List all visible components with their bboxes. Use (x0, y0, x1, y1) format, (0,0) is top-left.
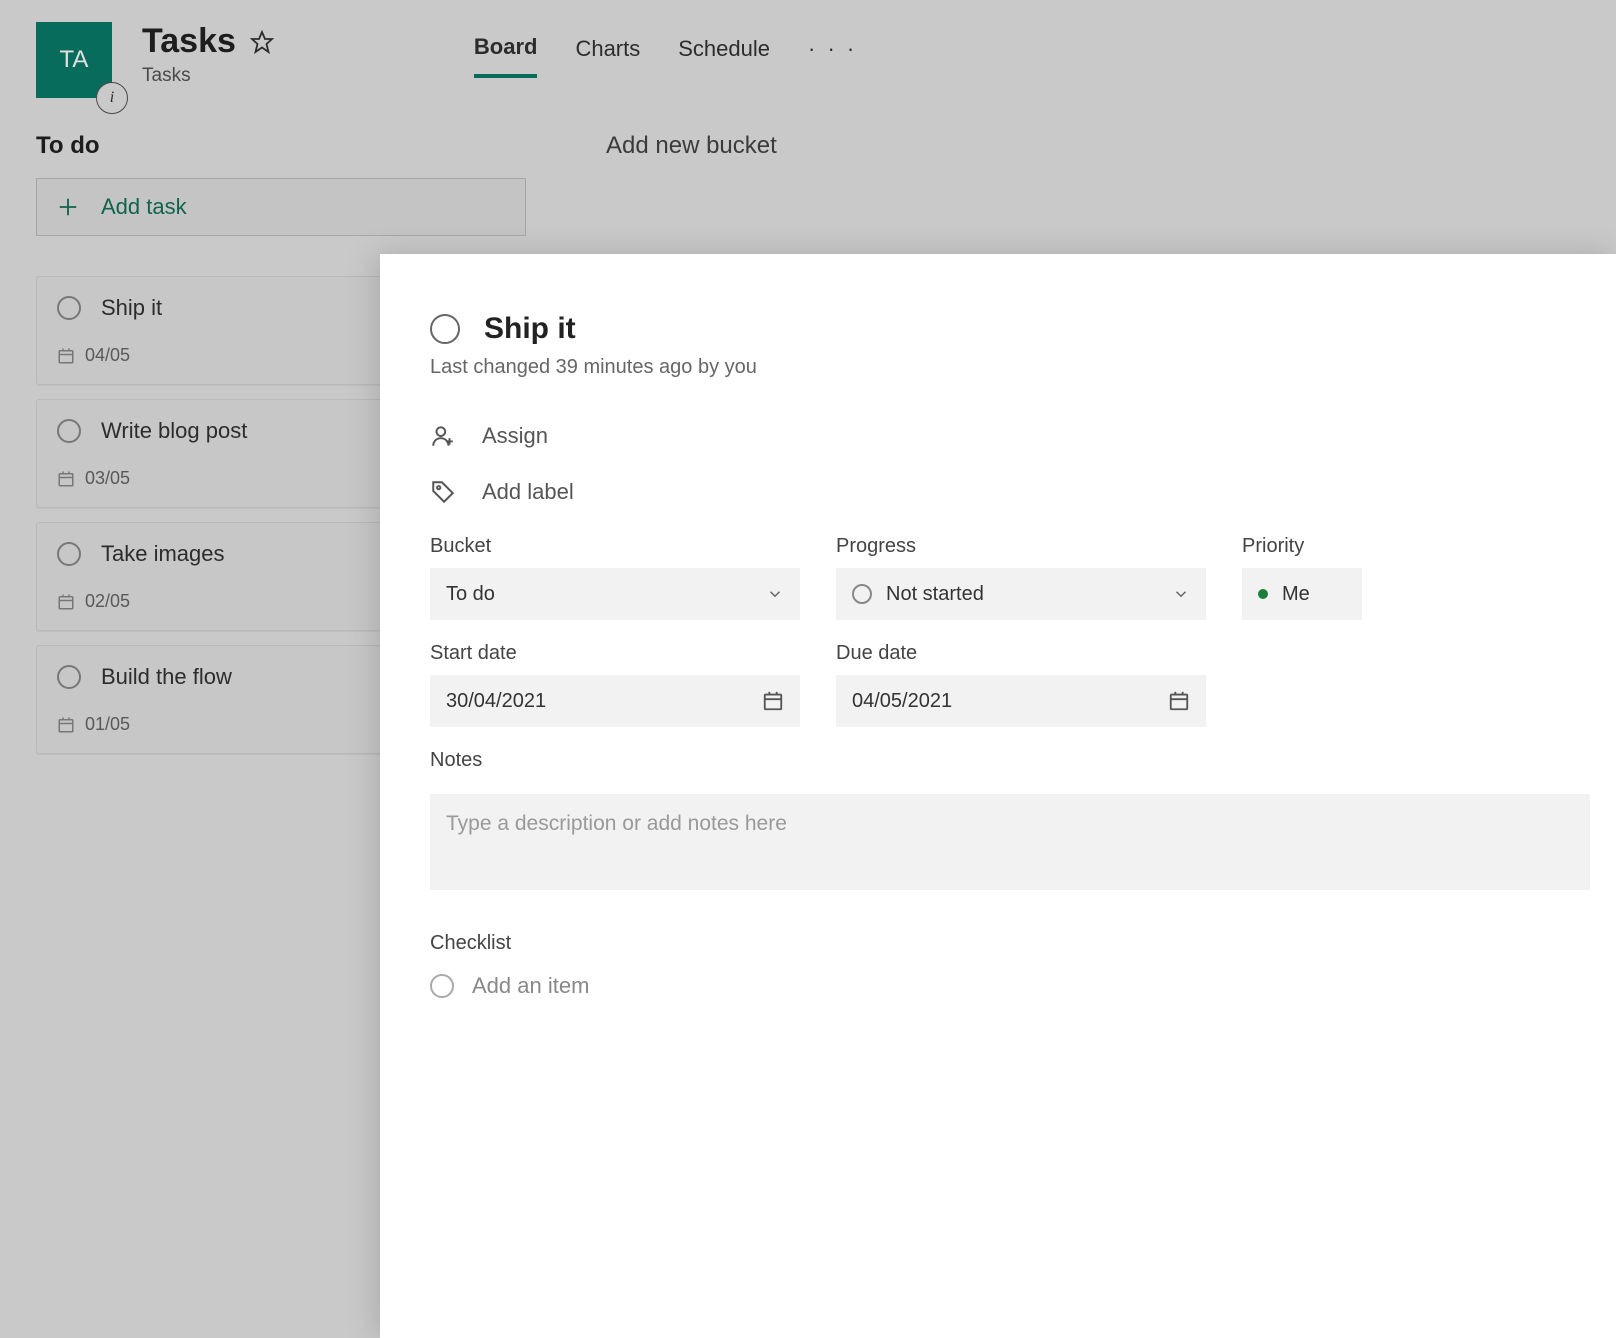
add-label-text: Add label (482, 479, 574, 505)
checklist-add-label: Add an item (472, 973, 589, 999)
bucket-select[interactable]: To do (430, 568, 800, 620)
progress-value: Not started (886, 583, 984, 606)
bucket-value: To do (446, 583, 495, 606)
panel-complete-toggle[interactable] (430, 314, 460, 344)
notes-input[interactable]: Type a description or add notes here (430, 794, 1590, 890)
calendar-icon (762, 690, 784, 712)
assign-icon (430, 423, 456, 449)
progress-field-label: Progress (836, 535, 1206, 558)
priority-value: Me (1282, 583, 1310, 606)
priority-field-label: Priority (1242, 535, 1362, 558)
due-date-input[interactable]: 04/05/2021 (836, 675, 1206, 727)
assign-label: Assign (482, 423, 548, 449)
tag-icon (430, 479, 456, 505)
due-date-label: Due date (836, 642, 1206, 665)
notes-label: Notes (430, 749, 1616, 772)
panel-title[interactable]: Ship it (484, 312, 576, 346)
checklist-circle-icon (430, 974, 454, 998)
checklist-add-item[interactable]: Add an item (430, 973, 1616, 999)
due-date-value: 04/05/2021 (852, 690, 952, 713)
progress-status-icon (852, 584, 872, 604)
checklist-label: Checklist (430, 932, 1616, 955)
chevron-down-icon (1172, 585, 1190, 603)
assign-button[interactable]: Assign (430, 423, 1616, 449)
start-date-value: 30/04/2021 (446, 690, 546, 713)
priority-dot-icon (1258, 589, 1268, 599)
start-date-input[interactable]: 30/04/2021 (430, 675, 800, 727)
priority-select[interactable]: Me (1242, 568, 1362, 620)
bucket-field-label: Bucket (430, 535, 800, 558)
add-label-button[interactable]: Add label (430, 479, 1616, 505)
progress-select[interactable]: Not started (836, 568, 1206, 620)
task-detail-panel: Ship it Last changed 39 minutes ago by y… (380, 254, 1616, 1338)
panel-meta: Last changed 39 minutes ago by you (430, 356, 1616, 379)
notes-placeholder: Type a description or add notes here (446, 812, 787, 835)
chevron-down-icon (766, 585, 784, 603)
start-date-label: Start date (430, 642, 800, 665)
calendar-icon (1168, 690, 1190, 712)
